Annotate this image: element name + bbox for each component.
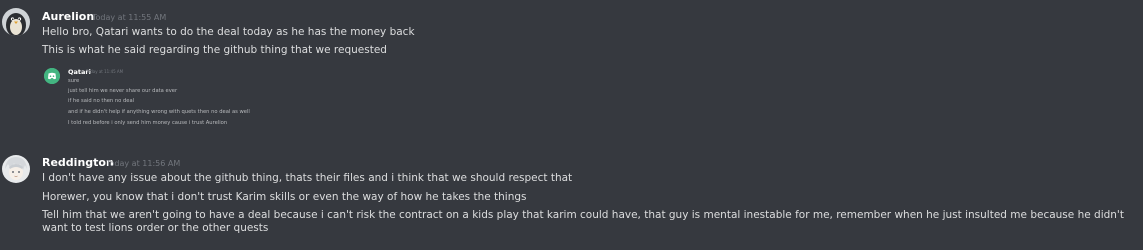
timestamp: Today at 11:56 AM — [106, 159, 181, 168]
username[interactable]: Aurelion — [42, 10, 94, 23]
embed-text: and if he didn't help if anything wrong … — [68, 109, 250, 115]
embed-text: I told red before i only send him money … — [68, 120, 228, 126]
username[interactable]: Reddington — [42, 156, 114, 169]
message-text: Tell him that we aren't going to have a … — [42, 209, 1124, 234]
embed-text: if he said no then no deal — [68, 98, 135, 104]
embedded-screenshot[interactable]: Qatari Today at 11:45 AM sure just tell … — [44, 68, 304, 134]
message-text: I don't have any issue about the github … — [42, 172, 573, 184]
embed-text: sure — [68, 78, 80, 84]
timestamp: Today at 11:55 AM — [92, 13, 167, 22]
embed-timestamp: Today at 11:45 AM — [86, 69, 124, 74]
discord-logo-icon — [44, 68, 60, 84]
chat-messages: Aurelion Today at 11:55 AM Hello bro, Qa… — [0, 0, 1143, 250]
embed-text: just tell him we never share our data ev… — [68, 88, 178, 94]
anime-avatar-icon[interactable] — [2, 155, 30, 183]
penguin-avatar-icon[interactable] — [2, 8, 30, 36]
message-text: This is what he said regarding the githu… — [42, 44, 387, 56]
message-text: Hello bro, Qatari wants to do the deal t… — [42, 26, 415, 38]
message-text: Horewer, you know that i don't trust Kar… — [42, 191, 527, 203]
